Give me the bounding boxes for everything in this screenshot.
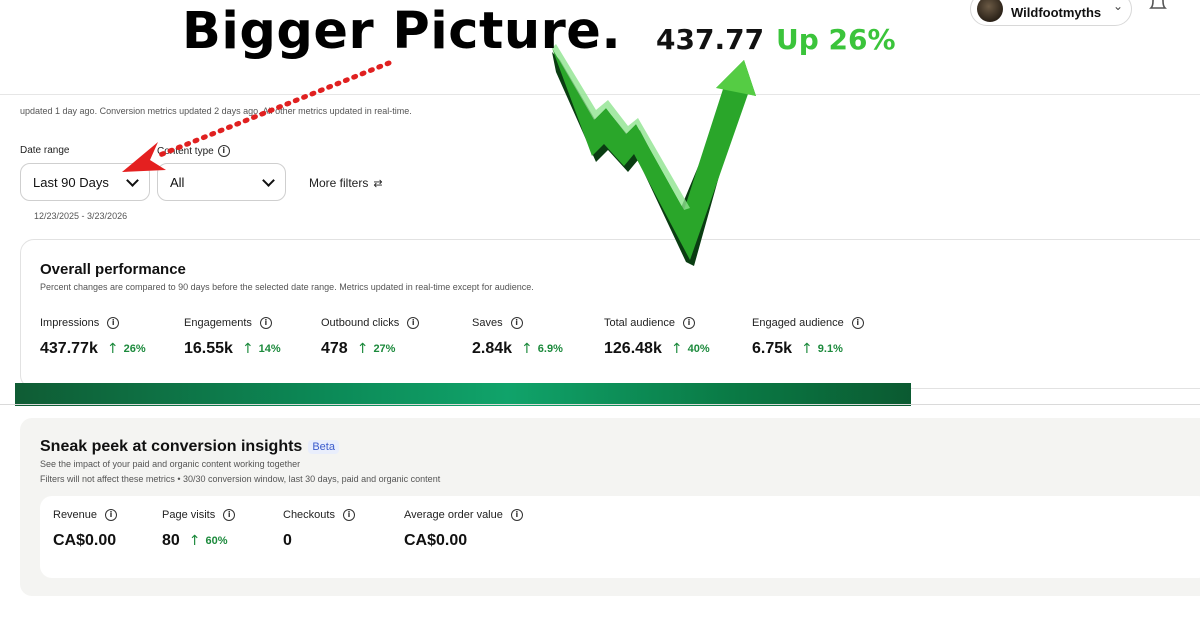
headline-value: 437.77	[656, 23, 765, 56]
headline-change: Up 26%	[776, 23, 896, 56]
headline: Bigger Picture.	[182, 2, 622, 61]
growth-arrow-icon	[552, 44, 756, 266]
